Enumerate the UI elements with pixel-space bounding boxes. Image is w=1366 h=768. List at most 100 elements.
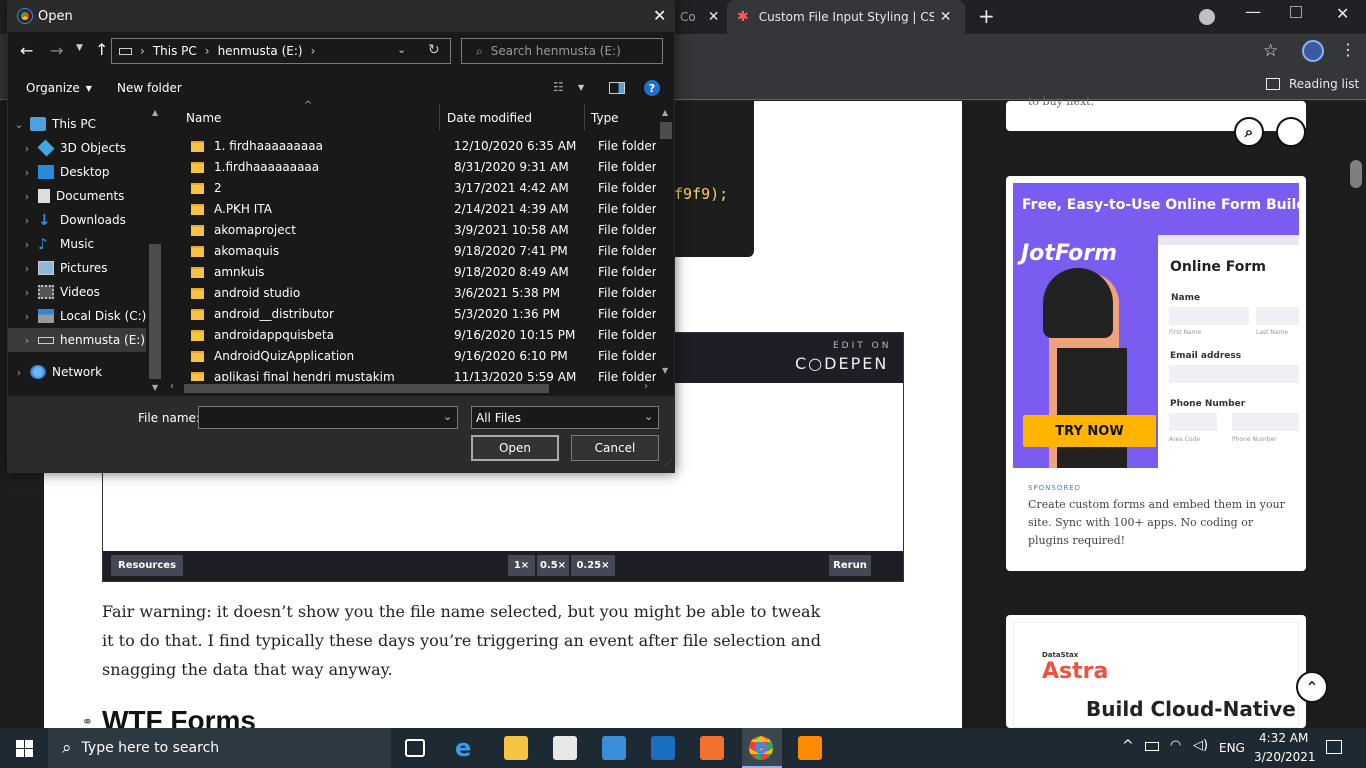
jotform-ad-image[interactable]: Free, Easy-to-Use Online Form Builder Jo… [1013, 183, 1299, 468]
breadcrumb-drive[interactable]: henmusta (E:) [218, 44, 303, 58]
star-icon[interactable]: ☆ [1263, 41, 1278, 61]
close-icon[interactable]: ✕ [940, 9, 952, 25]
preview-pane-icon[interactable] [609, 82, 625, 94]
chevron-down-icon[interactable]: ⌄ [644, 410, 653, 423]
nav-item-pictures[interactable]: › Pictures [8, 256, 164, 280]
chevron-right-icon[interactable]: › [20, 142, 34, 155]
defender-icon[interactable] [651, 736, 675, 760]
close-icon[interactable]: ✕ [708, 9, 720, 25]
chevron-down-icon[interactable]: ⌄ [443, 410, 452, 423]
file-row[interactable]: amnkuis 9/18/2020 8:49 AM File folder [164, 262, 656, 283]
taskbar-search[interactable]: ⌕ Type here to search [48, 728, 391, 768]
column-divider[interactable] [439, 104, 440, 130]
clock-date[interactable]: 3/20/2021 [1254, 750, 1316, 764]
restore-icon[interactable] [1290, 6, 1302, 18]
view-options-icon[interactable]: ☷ [553, 80, 564, 94]
file-row[interactable]: aplikasi final hendri mustakim 11/13/2020… [164, 367, 656, 381]
nav-item-henmusta[interactable]: › henmusta (E:) [8, 328, 146, 352]
chevron-right-icon[interactable]: › [20, 334, 34, 347]
tab-inactive[interactable]: Co ✕ [675, 0, 727, 34]
file-row[interactable]: AndroidQuizApplication 9/16/2020 6:10 PM F… [164, 346, 656, 367]
nav-scrollbar-thumb[interactable] [149, 244, 161, 379]
chevron-down-icon[interactable]: ⌄ [12, 118, 26, 131]
scroll-down-icon[interactable]: ▼ [662, 366, 668, 375]
battery-icon[interactable] [1145, 742, 1159, 751]
scroll-right-icon[interactable]: › [644, 381, 648, 392]
cancel-button[interactable]: Cancel [571, 435, 659, 461]
open-button[interactable]: Open [471, 435, 559, 461]
zoom-025x-button[interactable]: 0.25× [571, 555, 615, 576]
chevron-right-icon[interactable]: › [20, 166, 34, 179]
file-explorer-icon[interactable] [504, 736, 528, 760]
clock-time[interactable]: 4:32 AM [1259, 731, 1308, 745]
wifi-icon[interactable]: ◠ [1170, 738, 1181, 753]
nav-item-local-disk[interactable]: › Local Disk (C:) [8, 304, 164, 328]
zoom-05x-button[interactable]: 0.5× [537, 555, 569, 576]
nav-item-desktop[interactable]: › Desktop [8, 160, 164, 184]
chevron-right-icon[interactable]: › [20, 262, 34, 275]
address-dropdown-icon[interactable]: ⌄ [397, 43, 406, 56]
file-row[interactable]: 2 3/17/2021 4:42 AM File folder [164, 178, 656, 199]
minimize-icon[interactable]: — [1245, 2, 1261, 21]
chevron-right-icon[interactable]: › [20, 214, 34, 227]
column-date[interactable]: Date modified [447, 111, 532, 125]
windows-start-icon[interactable] [16, 740, 33, 757]
nav-item-this-pc[interactable]: ⌄ This PC [8, 112, 164, 136]
file-row[interactable]: android__distributor 5/3/2020 1:36 PM File… [164, 304, 656, 325]
column-type[interactable]: Type [591, 111, 619, 125]
zoom-1x-button[interactable]: 1× [508, 555, 535, 576]
nav-item-network[interactable]: › Network [8, 360, 164, 384]
language-indicator[interactable]: ENG [1219, 741, 1245, 755]
file-vscrollbar[interactable]: ▲ ▼ [658, 104, 674, 382]
nav-item-documents[interactable]: › Documents [8, 184, 164, 208]
address-bar[interactable]: › This PC › henmusta (E:) › ⌄ ↻ [111, 38, 451, 64]
file-type-select[interactable]: All Files ⌄ [471, 406, 659, 429]
search-icon[interactable]: ⌕ [1234, 117, 1264, 147]
nav-item-3d-objects[interactable]: › 3D Objects [8, 136, 164, 160]
scroll-up-icon[interactable]: ▲ [662, 108, 668, 117]
column-name[interactable]: Name [186, 111, 221, 125]
chevron-right-icon[interactable]: › [20, 190, 34, 203]
store-icon[interactable] [553, 736, 577, 760]
new-tab-plus-icon[interactable]: + [978, 4, 995, 28]
file-hscrollbar-thumb[interactable] [184, 384, 549, 393]
jotform-ad-card[interactable]: Free, Easy-to-Use Online Form Builder Jo… [1006, 176, 1306, 571]
organize-button[interactable]: Organize ▼ [26, 81, 92, 95]
back-icon[interactable]: ← [20, 41, 33, 60]
xampp-icon[interactable] [700, 736, 724, 760]
try-now-button[interactable]: TRY NOW [1023, 415, 1156, 447]
file-vscrollbar-thumb[interactable] [660, 122, 672, 139]
page-scrollbar-thumb[interactable] [1350, 160, 1362, 188]
tab-search-icon[interactable] [1199, 9, 1215, 25]
scroll-top-icon[interactable]: ⌃ [1296, 671, 1328, 703]
mail-icon[interactable] [602, 736, 626, 760]
notification-icon[interactable] [1326, 740, 1342, 754]
forward-icon[interactable]: → [50, 41, 63, 60]
task-view-icon[interactable] [405, 739, 425, 757]
reading-list-button[interactable]: Reading list [1266, 77, 1359, 91]
edge-icon[interactable]: e [455, 736, 479, 760]
chevron-right-icon[interactable]: › [20, 310, 34, 323]
nav-item-music[interactable]: › ♪ Music [8, 232, 164, 256]
dialog-close-icon[interactable]: ✕ [653, 6, 666, 25]
tab-active[interactable]: ✱ Custom File Input Styling | CSS-Tr ✕ [727, 0, 965, 34]
file-row[interactable]: androidappquisbeta 9/16/2020 10:15 PM File… [164, 325, 656, 346]
codepen-logo[interactable]: C○DEPEN [795, 354, 888, 373]
tray-chevron-up-icon[interactable]: ^ [1122, 738, 1134, 754]
chevron-right-icon[interactable]: › [20, 238, 34, 251]
file-row[interactable]: 1. firdhaaaaaaaaa 12/10/2020 6:35 AM File … [164, 136, 656, 157]
refresh-icon[interactable]: ↻ [428, 42, 440, 58]
scroll-up-icon[interactable]: ▲ [152, 108, 158, 117]
avatar[interactable] [1302, 40, 1324, 62]
file-row[interactable]: akomaproject 3/9/2021 10:58 AM File folder [164, 220, 656, 241]
new-folder-button[interactable]: New folder [117, 81, 182, 95]
chrome-icon[interactable] [749, 736, 773, 760]
file-row[interactable]: akomaquis 9/18/2020 7:41 PM File folder [164, 241, 656, 262]
file-hscrollbar[interactable]: ‹ › [164, 381, 658, 396]
resize-grip-icon[interactable]: ⋰ [664, 458, 672, 467]
file-row[interactable]: 1.firdhaaaaaaaaa 8/31/2020 9:31 AM File fo… [164, 157, 656, 178]
scroll-left-icon[interactable]: ‹ [170, 381, 174, 392]
codepen-edit-on[interactable]: EDIT ON [833, 341, 891, 351]
resources-button[interactable]: Resources [111, 555, 184, 576]
window-close-icon[interactable]: ✕ [1336, 4, 1349, 23]
